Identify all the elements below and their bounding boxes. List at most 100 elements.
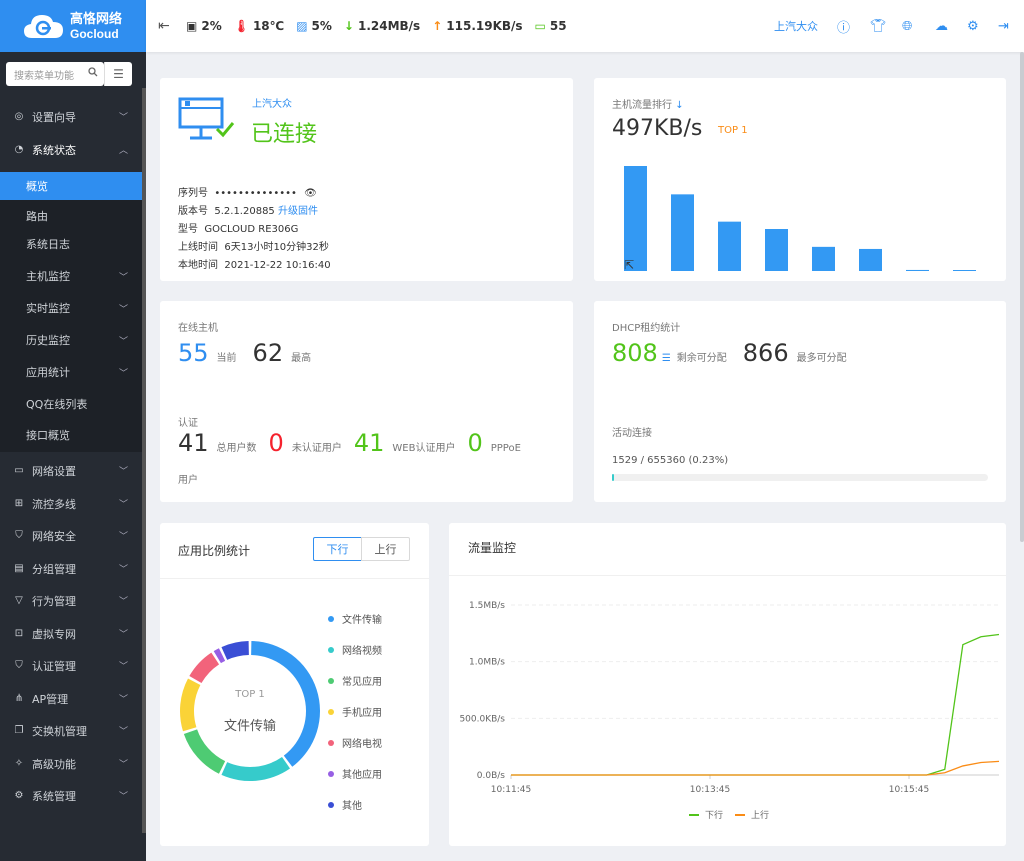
tab-downlink[interactable]: 下行 (313, 537, 362, 561)
auth-unauth-label: 未认证用户 (291, 443, 342, 454)
settings-icon[interactable]: ⚙ (967, 0, 979, 52)
nav-group-status[interactable]: ◔ 系统状态 ︿ (0, 133, 146, 166)
down-value: 1.24MB/s (357, 19, 421, 33)
chevron-down-icon: ﹀ (118, 500, 128, 510)
chevron-down-icon: ﹀ (118, 792, 128, 802)
menu-toggle-button[interactable]: ☰ (104, 62, 132, 86)
legend-item[interactable]: 文件传输 (328, 611, 382, 626)
nav-group-advanced[interactable]: ✧ 高级功能 ﹀ (0, 747, 146, 780)
legend-item[interactable]: 网络电视 (328, 735, 382, 750)
menu-search-input[interactable]: 搜索菜单功能 (6, 62, 104, 86)
online-hosts-title: 在线主机 (178, 323, 218, 334)
traffic-monitor-title: 流量监控 (468, 541, 517, 555)
ranking-bar (953, 270, 976, 271)
active-conn-value: 1529 / 655360 (0.23%) (612, 455, 729, 466)
sidebar-scrollbar[interactable] (142, 88, 146, 833)
ranking-title-text: 主机流量排行 (612, 100, 672, 111)
globe-icon[interactable]: 🌐︎ (902, 0, 912, 52)
nav-label: 主机监控 (26, 270, 70, 283)
chevron-down-icon: ﹀ (118, 272, 128, 283)
hosts-current: 55 (178, 339, 209, 367)
dhcp-title: DHCP租约统计 (612, 323, 681, 334)
online-hosts-card: 在线主机 55 当前 62 最高 认证 41 总用户数 0 未认证用户 41 W… (160, 301, 573, 502)
device-name[interactable]: 上汽大众 (252, 95, 292, 110)
nav-label: 路由 (26, 210, 48, 223)
legend-dot (328, 739, 334, 746)
shield-icon: ⛉ (15, 530, 23, 541)
legend-item[interactable]: 其他应用 (328, 766, 382, 781)
nav-group-flow[interactable]: ⊞ 流控多线 ﹀ (0, 487, 146, 520)
temperature: 🌡︎ 18℃ (234, 19, 284, 33)
y-tick-label: 1.5MB/s (469, 601, 505, 611)
nav-item-history-monitor[interactable]: 历史监控 ﹀ (0, 324, 142, 356)
chevron-down-icon: ﹀ (118, 532, 128, 542)
ranking-bar-chart (624, 166, 976, 271)
eye-icon[interactable]: 👁︎ (304, 188, 317, 199)
legend-item[interactable]: 其他 (328, 797, 362, 812)
collapse-sidebar-icon[interactable]: ⇤ (158, 18, 170, 34)
nav-item-host-monitor[interactable]: 主机监控 ﹀ (0, 260, 142, 292)
divider (449, 575, 1006, 576)
nav-group-switch[interactable]: ❐ 交换机管理 ﹀ (0, 714, 146, 747)
donut-center-top: TOP 1 (235, 689, 265, 700)
tshirt-icon[interactable]: 👕︎ (870, 0, 887, 52)
donut-slice (221, 756, 291, 781)
hosts-max: 62 (252, 339, 284, 367)
brand-logo[interactable]: 高恪网络 Gocloud (0, 0, 146, 52)
nav-item-realtime-monitor[interactable]: 实时监控 ﹀ (0, 292, 142, 324)
nav-group-ap[interactable]: ⋔ AP管理 ﹀ (0, 682, 146, 715)
arrow-down-icon: ↓ (343, 19, 354, 33)
chevron-down-icon: ﹀ (118, 467, 128, 477)
chevron-down-icon: ﹀ (118, 597, 128, 607)
legend-dot (328, 646, 334, 653)
list-icon: ▤ (14, 563, 24, 574)
nav-group-security[interactable]: ⛉ 网络安全 ﹀ (0, 519, 146, 552)
ranking-bar (859, 248, 882, 271)
nav-item-qq-online[interactable]: QQ在线列表 (0, 388, 142, 420)
nav-item-interface[interactable]: 接口概览 (0, 418, 142, 452)
nav-group-behavior[interactable]: ▽ 行为管理 ﹀ (0, 584, 146, 617)
nav-group-system[interactable]: ⚙ 系统管理 ﹀ (0, 779, 146, 812)
chevron-down-icon: ﹀ (118, 336, 128, 347)
mem-value: 5% (311, 19, 332, 33)
cloud-upload-icon[interactable]: ☁ (935, 0, 948, 52)
legend-label: 网络视频 (342, 646, 382, 657)
arrow-up-icon: ↑ (432, 19, 443, 33)
cpu-value: 2% (201, 19, 222, 33)
hosts-current-label: 当前 (216, 353, 237, 364)
nav-item-app-stats[interactable]: 应用统计 ﹀ (0, 356, 142, 388)
compass-icon: ◎ (14, 111, 24, 122)
series-line (511, 760, 1000, 776)
legend-dot (328, 708, 334, 715)
nav-label: 流控多线 (32, 497, 76, 511)
ranking-title[interactable]: 主机流量排行 ↓ (612, 96, 684, 111)
nav-group-vpn[interactable]: ⊡ 虚拟专网 ﹀ (0, 617, 146, 650)
app-ratio-card: 应用比例统计 下行 上行 TOP 1 文件传输 文件传输 网络视频 常见应用 手机应用… (160, 523, 429, 846)
dhcp-remain: 808 (612, 339, 658, 367)
traffic-monitor-card: 流量监控 0.0B/s 500.0KB/s 1.0MB/s 1.5MB/s 10:11:… (449, 523, 1006, 846)
legend-item[interactable]: 常见应用 (328, 673, 382, 688)
upgrade-firmware-link[interactable]: 升级固件 (278, 206, 318, 217)
ranking-bar (624, 166, 647, 271)
user-name[interactable]: 上汽大众 (774, 0, 818, 52)
nav-group-network[interactable]: ▭ 网络设置 ﹀ (0, 454, 146, 487)
legend-item[interactable]: 手机应用 (328, 704, 382, 719)
nav-label: 系统日志 (26, 238, 70, 251)
nav-group-group[interactable]: ▤ 分组管理 ﹀ (0, 552, 146, 585)
mouse-cursor-icon: ⇱ (624, 258, 635, 272)
tab-uplink[interactable]: 上行 (361, 537, 410, 561)
pin-icon: ✧ (14, 758, 24, 769)
logout-icon[interactable]: ⇥ (998, 0, 1009, 52)
nav-group-auth[interactable]: ⛉ 认证管理 ﹀ (0, 649, 146, 682)
download-rate: ↓ 1.24MB/s (344, 19, 420, 33)
nav-label: 概览 (26, 180, 48, 193)
list-icon[interactable]: ☰ (662, 353, 671, 364)
nav-item-syslog[interactable]: 系统日志 (0, 228, 142, 260)
nav-label: 系统状态 (32, 143, 76, 157)
page-scrollbar[interactable] (1020, 52, 1024, 542)
legend-item[interactable]: 网络视频 (328, 642, 382, 657)
nav-group-setup[interactable]: ◎ 设置向导 ﹀ (0, 100, 146, 133)
nav-item-overview[interactable]: 概览 (0, 172, 142, 200)
hosts-max-label: 最高 (291, 353, 312, 364)
info-icon[interactable]: ⓘ (837, 0, 850, 52)
